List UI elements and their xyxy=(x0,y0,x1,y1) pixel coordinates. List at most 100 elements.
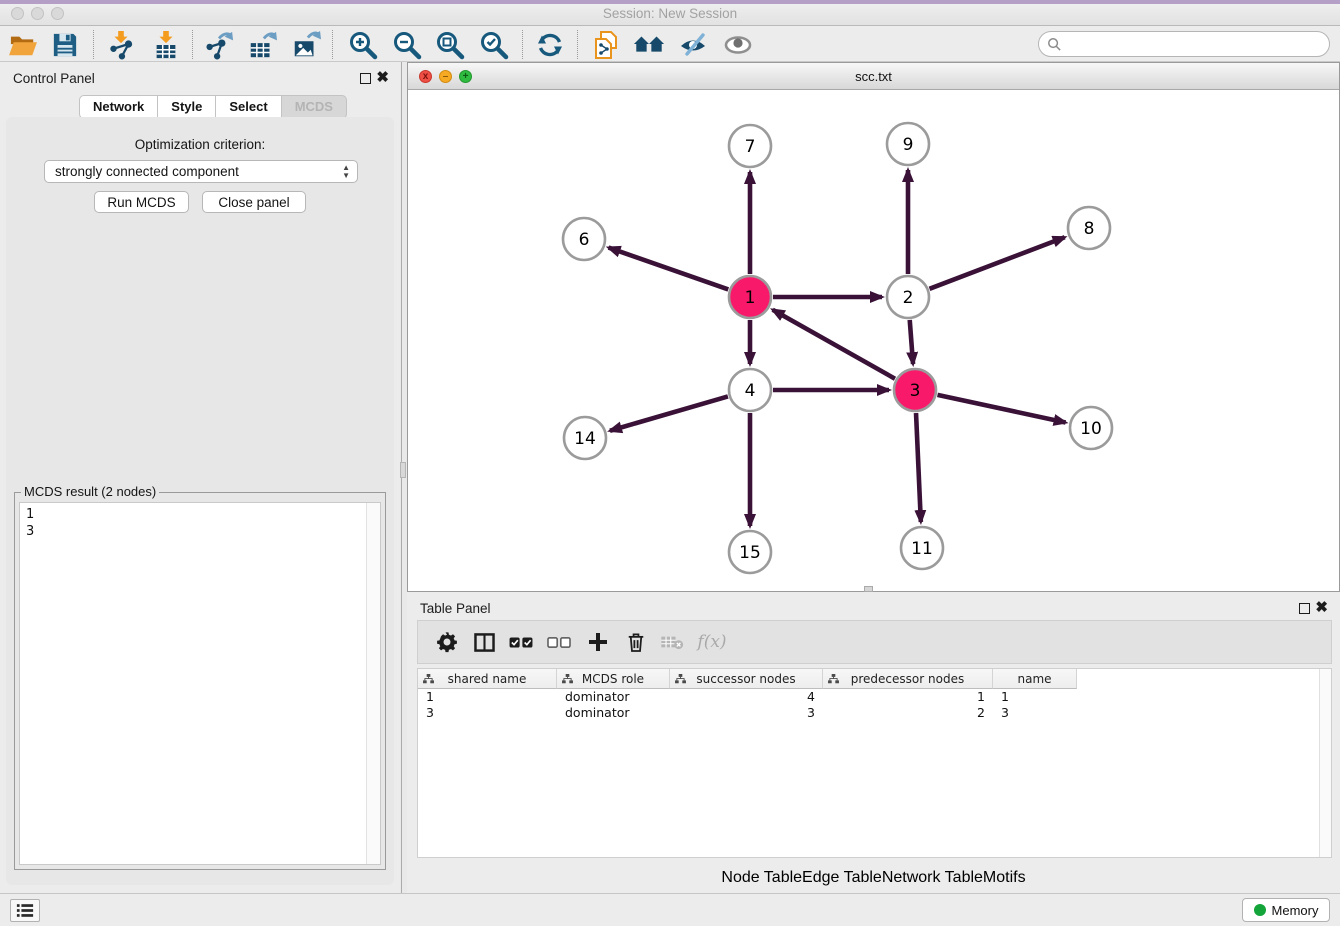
search-input[interactable] xyxy=(1067,37,1329,52)
tab-mcds[interactable]: MCDS xyxy=(282,95,347,119)
mcds-result-area[interactable]: 13 xyxy=(19,502,381,865)
import-network-icon[interactable] xyxy=(103,28,139,62)
node-label-11: 11 xyxy=(911,539,933,559)
edge-1-6[interactable] xyxy=(609,248,729,290)
edge-3-11[interactable] xyxy=(916,413,921,522)
run-mcds-button[interactable]: Run MCDS xyxy=(94,191,189,213)
fx-label: f(x) xyxy=(697,632,726,652)
search-field[interactable] xyxy=(1038,31,1330,57)
tab-network[interactable]: Network xyxy=(79,95,158,119)
edge-3-1[interactable] xyxy=(773,310,895,379)
cell-predecessor-nodes[interactable]: 1 xyxy=(823,689,993,705)
network-view-window: x – + scc.txt 7968124314101511 xyxy=(407,62,1340,592)
delete-column-icon[interactable] xyxy=(619,621,653,663)
tab-network-table[interactable]: Network Table xyxy=(882,869,983,887)
save-session-icon[interactable] xyxy=(47,28,83,62)
apply-layout-icon[interactable] xyxy=(532,28,568,62)
mcds-result-title: MCDS result (2 nodes) xyxy=(21,484,159,499)
toolbar-separator xyxy=(93,30,94,59)
select-all-checkboxes-icon[interactable] xyxy=(504,621,538,663)
tab-motifs[interactable]: Motifs xyxy=(983,869,1026,887)
cell-name[interactable]: 1 xyxy=(993,689,1077,705)
memory-button[interactable]: Memory xyxy=(1242,898,1330,922)
criterion-select-value: strongly connected component xyxy=(55,164,239,179)
export-table-icon[interactable] xyxy=(244,28,280,62)
table-row[interactable]: 1dominator411 xyxy=(418,689,1077,705)
list-icon xyxy=(16,903,34,918)
tab-select[interactable]: Select xyxy=(216,95,281,119)
toolbar-separator xyxy=(192,30,193,59)
export-image-icon[interactable] xyxy=(288,28,324,62)
table-close-panel-icon[interactable]: ✖ xyxy=(1315,598,1328,616)
network-window-titlebar[interactable]: x – + scc.txt xyxy=(408,63,1339,90)
node-label-8: 8 xyxy=(1084,219,1095,239)
tab-edge-table[interactable]: Edge Table xyxy=(802,869,882,887)
table-float-panel-icon[interactable] xyxy=(1299,603,1310,614)
splitter-grip[interactable] xyxy=(400,462,406,478)
node-label-7: 7 xyxy=(745,137,756,157)
delete-table-icon xyxy=(655,621,689,663)
node-label-15: 15 xyxy=(739,543,761,563)
table-row[interactable]: 3dominator323 xyxy=(418,705,1077,721)
edge-4-14[interactable] xyxy=(610,396,728,430)
export-network-icon[interactable] xyxy=(201,28,237,62)
control-panel-tabs: NetworkStyleSelectMCDS xyxy=(79,95,347,119)
cell-shared-name[interactable]: 3 xyxy=(418,705,557,721)
zoom-out-icon[interactable] xyxy=(389,28,425,62)
column-header-shared-name[interactable]: shared name xyxy=(418,669,557,689)
column-header-predecessor-nodes[interactable]: predecessor nodes xyxy=(823,669,993,689)
mcds-result-box: MCDS result (2 nodes) 13 xyxy=(14,492,386,870)
home-views-icon[interactable] xyxy=(631,28,667,62)
gear-icon[interactable] xyxy=(430,621,464,663)
network-file-icon[interactable] xyxy=(588,28,624,62)
add-column-icon[interactable] xyxy=(581,621,615,663)
column-header-successor-nodes[interactable]: successor nodes xyxy=(670,669,823,689)
cell-successor-nodes[interactable]: 4 xyxy=(670,689,823,705)
close-panel-icon[interactable]: ✖ xyxy=(376,68,389,86)
table-tabs: Node TableEdge TableNetwork TableMotifs xyxy=(407,869,1340,887)
function-builder-icon: f(x) xyxy=(690,621,734,663)
node-label-4: 4 xyxy=(745,381,756,401)
edge-2-8[interactable] xyxy=(929,237,1064,289)
mcds-result-lines: 13 xyxy=(20,503,380,543)
cell-predecessor-nodes[interactable]: 2 xyxy=(823,705,993,721)
task-history-button[interactable] xyxy=(10,899,40,922)
open-session-icon[interactable] xyxy=(5,28,41,62)
network-window-title: scc.txt xyxy=(408,69,1339,84)
hide-graphics-details-icon[interactable] xyxy=(675,28,711,62)
cell-mcds-role[interactable]: dominator xyxy=(557,689,670,705)
edge-3-10[interactable] xyxy=(937,395,1065,423)
toolbar-separator xyxy=(577,30,578,59)
node-label-9: 9 xyxy=(903,135,914,155)
split-columns-icon[interactable] xyxy=(467,621,501,663)
column-header-mcds-role[interactable]: MCDS role xyxy=(557,669,670,689)
table-scrollbar[interactable] xyxy=(1319,669,1331,857)
memory-label: Memory xyxy=(1272,903,1319,918)
cell-name[interactable]: 3 xyxy=(993,705,1077,721)
criterion-select[interactable]: strongly connected component ▲▼ xyxy=(44,160,358,183)
cell-mcds-role[interactable]: dominator xyxy=(557,705,670,721)
node-table[interactable]: shared nameMCDS rolesuccessor nodesprede… xyxy=(417,668,1332,858)
tab-node-table[interactable]: Node Table xyxy=(721,869,802,887)
zoom-in-icon[interactable] xyxy=(345,28,381,62)
tab-style[interactable]: Style xyxy=(158,95,216,119)
search-icon xyxy=(1047,37,1062,52)
node-label-6: 6 xyxy=(579,230,590,250)
float-panel-icon[interactable] xyxy=(360,73,371,84)
cell-successor-nodes[interactable]: 3 xyxy=(670,705,823,721)
mcds-tab-content: Optimization criterion: strongly connect… xyxy=(6,117,394,885)
close-panel-button[interactable]: Close panel xyxy=(202,191,306,213)
deselect-all-checkboxes-icon[interactable] xyxy=(542,621,576,663)
panel-splitter[interactable] xyxy=(400,62,407,893)
show-graphics-details-icon[interactable] xyxy=(720,28,756,62)
result-scrollbar[interactable] xyxy=(366,503,380,864)
network-canvas[interactable]: 7968124314101511 xyxy=(408,90,1339,591)
table-toolbar: f(x) xyxy=(417,620,1332,664)
zoom-selected-icon[interactable] xyxy=(476,28,512,62)
zoom-fit-icon[interactable] xyxy=(432,28,468,62)
edge-2-3[interactable] xyxy=(910,320,913,364)
import-table-icon[interactable] xyxy=(148,28,184,62)
column-header-name[interactable]: name xyxy=(993,669,1077,689)
cell-shared-name[interactable]: 1 xyxy=(418,689,557,705)
table-panel: Table Panel ✖ xyxy=(407,592,1340,893)
